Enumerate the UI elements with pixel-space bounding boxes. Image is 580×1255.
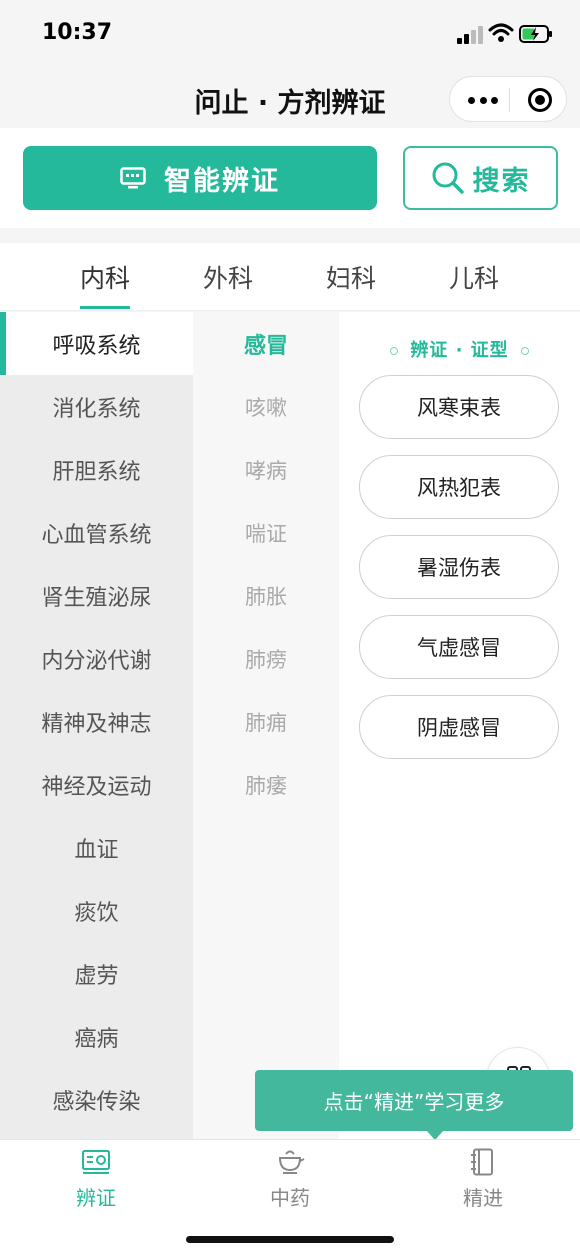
- nav-item-herbs[interactable]: 中药: [230, 1148, 350, 1211]
- tab-surgery[interactable]: 外科: [178, 259, 278, 295]
- disease-item-cold[interactable]: 感冒: [193, 312, 339, 375]
- battery-charging-icon: [519, 25, 552, 43]
- disease-list: 感冒 咳嗽 哮病 喘证 肺胀 肺痨 肺痈 肺痿: [193, 312, 339, 1139]
- notebook-icon: [471, 1148, 493, 1176]
- disease-item-dyspnea[interactable]: 喘证: [193, 501, 339, 564]
- tab-pediatrics[interactable]: 儿科: [424, 259, 524, 295]
- smart-diagnosis-button[interactable]: 智能辨证: [23, 146, 377, 210]
- search-label: 搜索: [472, 165, 531, 197]
- system-item-phlegm[interactable]: 痰饮: [0, 879, 193, 942]
- system-item-respiratory[interactable]: 呼吸系统: [0, 312, 193, 375]
- tab-gynecology[interactable]: 妇科: [301, 259, 401, 295]
- syndrome-item[interactable]: 风寒束表: [359, 375, 559, 439]
- syndrome-header-label: 辨证 · 证型: [410, 340, 509, 361]
- capsule-divider: [509, 88, 510, 112]
- system-sidebar: 呼吸系统 消化系统 肝胆系统 心血管系统 肾生殖泌尿 内分泌代谢 精神及神志 神…: [0, 312, 193, 1139]
- nav-item-dialectic[interactable]: 辨证: [36, 1148, 156, 1211]
- monitor-icon: [120, 167, 146, 189]
- status-time: 10:37: [42, 20, 113, 45]
- status-bar: 10:37: [0, 0, 580, 68]
- system-item-blood[interactable]: 血证: [0, 816, 193, 879]
- home-indicator: [186, 1236, 394, 1243]
- system-item-mental[interactable]: 精神及神志: [0, 690, 193, 753]
- disease-item-tuberculosis[interactable]: 肺痨: [193, 627, 339, 690]
- disease-item-asthma[interactable]: 哮病: [193, 438, 339, 501]
- system-item-infection[interactable]: 感染传染: [0, 1068, 193, 1131]
- tab-internal-medicine[interactable]: 内科: [55, 259, 155, 309]
- nav-label-herbs: 中药: [270, 1186, 310, 1210]
- search-button[interactable]: 搜索: [403, 146, 558, 210]
- nav-label-dialectic: 辨证: [76, 1186, 116, 1210]
- learn-more-tooltip: 点击“精进”学习更多: [255, 1070, 573, 1131]
- syndrome-item[interactable]: 暑湿伤表: [359, 535, 559, 599]
- dot-icon: [390, 347, 399, 355]
- nav-item-advance[interactable]: 精进: [423, 1148, 543, 1211]
- miniprogram-capsule: [449, 76, 567, 122]
- action-bar: 智能辨证 搜索: [0, 128, 580, 228]
- smart-diagnosis-label: 智能辨证: [164, 165, 280, 197]
- herb-pot-icon: [278, 1150, 305, 1174]
- disease-item-cough[interactable]: 咳嗽: [193, 375, 339, 438]
- system-item-hepatobiliary[interactable]: 肝胆系统: [0, 438, 193, 501]
- syndrome-item[interactable]: 气虚感冒: [359, 615, 559, 679]
- system-item-urogenital[interactable]: 肾生殖泌尿: [0, 564, 193, 627]
- title-bar: 问止 · 方剂辨证: [0, 68, 580, 128]
- close-miniprogram-icon[interactable]: [528, 88, 552, 112]
- system-item-deficiency[interactable]: 虚劳: [0, 942, 193, 1005]
- disease-item-lung-atrophy[interactable]: 肺痿: [193, 753, 339, 816]
- syndrome-item[interactable]: 阴虚感冒: [359, 695, 559, 759]
- dialectic-icon: [82, 1150, 110, 1174]
- system-item-endocrine[interactable]: 内分泌代谢: [0, 627, 193, 690]
- syndrome-item[interactable]: 风热犯表: [359, 455, 559, 519]
- syndrome-panel: 辨证 · 证型 风寒束表 风热犯表 暑湿伤表 气虚感冒 阴虚感冒: [339, 312, 580, 1139]
- cellular-signal-icon: [457, 26, 483, 44]
- department-tabs: 内科 外科 妇科 儿科: [0, 243, 580, 311]
- dot-icon: [520, 347, 529, 355]
- disease-item-lung-distension[interactable]: 肺胀: [193, 564, 339, 627]
- system-item-digestive[interactable]: 消化系统: [0, 375, 193, 438]
- system-item-neuromotor[interactable]: 神经及运动: [0, 753, 193, 816]
- wifi-icon: [488, 23, 514, 42]
- system-item-cardiovascular[interactable]: 心血管系统: [0, 501, 193, 564]
- disease-item-lung-abscess[interactable]: 肺痈: [193, 690, 339, 753]
- nav-label-advance: 精进: [463, 1186, 503, 1210]
- search-icon: [432, 162, 464, 194]
- syndrome-header: 辨证 · 证型: [339, 336, 580, 362]
- more-icon[interactable]: [464, 90, 502, 110]
- system-item-cancer[interactable]: 癌病: [0, 1005, 193, 1068]
